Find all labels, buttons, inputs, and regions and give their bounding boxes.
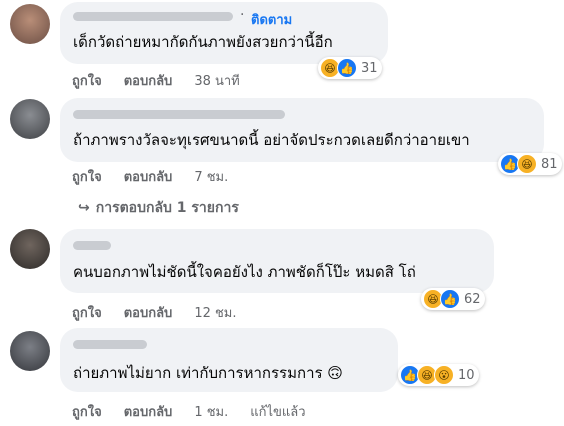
- timestamp[interactable]: 38 นาที: [194, 74, 239, 89]
- avatar[interactable]: [10, 4, 50, 44]
- like-button[interactable]: ถูกใจ: [72, 405, 102, 420]
- comment-text: ถ้าภาพรางวัลจะทุเรศขนาดนี้ อย่าจัดประกวด…: [73, 131, 470, 149]
- comment-bubble: [60, 229, 494, 293]
- like-button[interactable]: ถูกใจ: [72, 306, 102, 321]
- avatar[interactable]: [10, 331, 50, 371]
- timestamp[interactable]: 7 ชม.: [194, 170, 228, 185]
- comment-actions: ถูกใจ ตอบกลับ 1 ชม. แก้ไขแล้ว: [72, 401, 328, 422]
- commenter-name[interactable]: [73, 12, 233, 21]
- reaction-count: 62: [464, 291, 481, 307]
- avatar[interactable]: [10, 229, 50, 269]
- reaction-count: 31: [361, 60, 378, 76]
- comment-text: ถ่ายภาพไม่ยาก เท่ากับการหากรรมการ 🙃: [73, 364, 343, 382]
- reaction-count: 10: [458, 367, 475, 383]
- reply-button[interactable]: ตอบกลับ: [124, 306, 173, 321]
- reaction-summary[interactable]: 👍 😆 😮 10: [398, 364, 479, 386]
- comment-text: เด็กวัดถ่ายหมากัดกันภาพยังสวยกว่านี้อีก: [73, 33, 333, 51]
- wow-icon: 😮: [434, 365, 454, 385]
- commenter-name[interactable]: [73, 110, 285, 119]
- reply-button[interactable]: ตอบกลับ: [124, 74, 173, 89]
- separator-dot: ·: [240, 7, 245, 23]
- like-icon: 👍: [337, 58, 357, 78]
- edited-label[interactable]: แก้ไขแล้ว: [250, 405, 305, 420]
- commenter-name[interactable]: [73, 241, 111, 250]
- reply-button[interactable]: ตอบกลับ: [124, 405, 173, 420]
- like-button[interactable]: ถูกใจ: [72, 170, 102, 185]
- comment-text: คนบอกภาพไม่ชัดนี้ใจคอยังไง ภาพชัดก็โป๊ะ …: [73, 263, 416, 281]
- like-button[interactable]: ถูกใจ: [72, 74, 102, 89]
- commenter-name[interactable]: [73, 340, 147, 349]
- avatar[interactable]: [10, 99, 50, 139]
- comment-actions: ถูกใจ ตอบกลับ 12 ชม.: [72, 302, 259, 323]
- timestamp[interactable]: 12 ชม.: [194, 306, 236, 321]
- reply-arrow-icon: ↪: [78, 200, 90, 216]
- timestamp[interactable]: 1 ชม.: [194, 405, 228, 420]
- reply-button[interactable]: ตอบกลับ: [124, 170, 173, 185]
- like-icon: 👍: [440, 289, 460, 309]
- haha-icon: 😆: [517, 154, 537, 174]
- comment-actions: ถูกใจ ตอบกลับ 38 นาที: [72, 70, 262, 91]
- replies-label: การตอบกลับ 1 รายการ: [95, 200, 239, 216]
- comment-actions: ถูกใจ ตอบกลับ 7 ชม.: [72, 166, 250, 187]
- reaction-summary[interactable]: 😆 👍 62: [421, 288, 485, 310]
- reaction-summary[interactable]: 👍 😆 81: [498, 153, 562, 175]
- reaction-summary[interactable]: 😆 👍 31: [318, 57, 382, 79]
- follow-button[interactable]: ติดตาม: [251, 9, 292, 30]
- view-replies-link[interactable]: ↪ การตอบกลับ 1 รายการ: [78, 197, 239, 219]
- reaction-count: 81: [541, 156, 558, 172]
